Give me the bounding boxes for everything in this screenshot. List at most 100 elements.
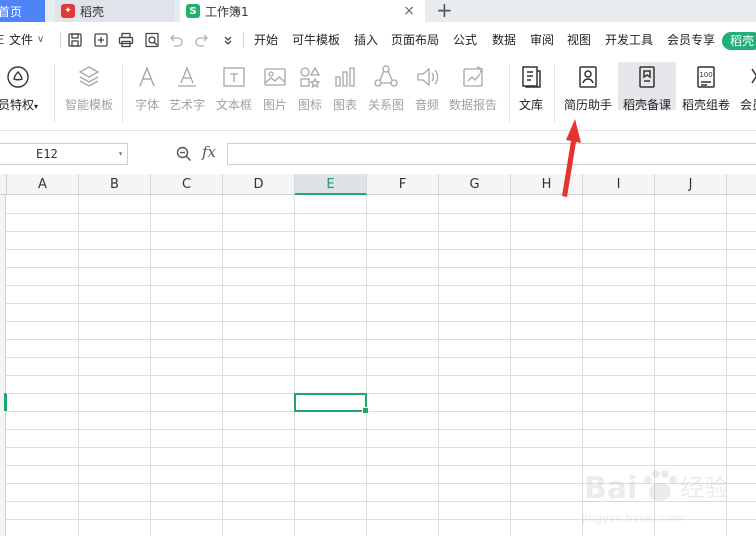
grid-row-line (6, 357, 756, 358)
column-header-a[interactable]: A (7, 174, 79, 195)
library-button[interactable]: 文库 (506, 62, 556, 118)
print-icon[interactable] (117, 31, 135, 49)
menu-divider (243, 32, 244, 48)
member-button[interactable]: 会员 (736, 62, 756, 118)
column-header-g[interactable]: G (439, 174, 511, 195)
menu-view[interactable]: 视图 (567, 22, 591, 58)
menu-data[interactable]: 数据 (492, 22, 516, 58)
menu-insert[interactable]: 插入 (354, 22, 378, 58)
tab-home[interactable]: 首页 (0, 0, 45, 22)
column-header-f[interactable]: F (367, 174, 439, 195)
vip-caret-icon: ▾ (34, 102, 39, 111)
grid-row-line (6, 303, 756, 304)
smart-template-button[interactable]: 智能模板 (64, 62, 114, 118)
member-icon (748, 64, 756, 90)
row-header-strip[interactable] (0, 195, 6, 536)
name-box[interactable]: E12 ▾ (0, 143, 128, 165)
menu-page-layout[interactable]: 页面布局 (391, 22, 439, 58)
add-tab-button[interactable]: + (436, 0, 453, 22)
lesson-icon (634, 64, 660, 90)
watermark-brand: Bai (584, 471, 637, 506)
file-caret-icon[interactable]: ∨ (37, 22, 44, 58)
column-header-h[interactable]: H (511, 174, 583, 195)
grid-row-line (6, 231, 756, 232)
save-icon[interactable] (66, 31, 84, 49)
menu-bar: Ξ 文件 ∨ 开始 可牛模板 插入 页面布局 公式 数据 审阅 视图 开发工具 … (0, 22, 756, 58)
spreadsheet-logo-icon: S (186, 4, 200, 18)
grid-col-line (294, 195, 295, 536)
svg-text:100: 100 (699, 71, 712, 79)
resume-assistant-button[interactable]: 简历助手 (563, 62, 613, 118)
grid-row-line (6, 321, 756, 322)
grid-col-line (438, 195, 439, 536)
formula-bar: E12 ▾ fx (0, 131, 756, 174)
zoom-search-icon[interactable] (175, 145, 193, 163)
font-icon (134, 64, 160, 90)
active-row-marker (4, 393, 7, 411)
column-header-e[interactable]: E (295, 174, 367, 195)
redo-icon[interactable] (193, 31, 211, 49)
column-header-b[interactable]: B (79, 174, 151, 195)
lesson-prep-button-overlay[interactable]: 稻壳备课 (622, 62, 672, 118)
vip-privileges-label: 员特权 (0, 98, 34, 112)
tab-home-label: 首页 (0, 4, 23, 19)
grid-row-line (6, 249, 756, 250)
fill-handle[interactable] (362, 407, 369, 414)
exam-builder-button[interactable]: 100 稻壳组卷 (681, 62, 731, 118)
grid-row-line (6, 429, 756, 430)
insert-function-fx-icon[interactable]: fx (202, 143, 216, 161)
menu-file[interactable]: 文件 (9, 22, 33, 58)
tab-bar: 首页 ✦ 稻壳 S 工作簿1 × + (0, 0, 756, 22)
name-box-value: E12 (36, 147, 58, 161)
grid-row-line (6, 447, 756, 448)
menu-formula[interactable]: 公式 (453, 22, 477, 58)
formula-input[interactable] (227, 143, 756, 165)
vip-privileges-button[interactable]: 员特权▾ (0, 62, 46, 118)
menu-developer[interactable]: 开发工具 (605, 22, 653, 58)
menu-member[interactable]: 会员专享 (667, 22, 715, 58)
print-preview-icon[interactable] (143, 31, 161, 49)
watermark-url: jingyan.baidu.com (582, 512, 684, 525)
name-box-dropdown-icon[interactable]: ▾ (118, 144, 123, 164)
grid-row-line (6, 285, 756, 286)
grid-row-line (6, 411, 756, 412)
data-report-button[interactable]: 数据报告 (448, 62, 498, 118)
column-header-d[interactable]: D (223, 174, 295, 195)
grid-col-line (510, 195, 511, 536)
close-tab-icon[interactable]: × (403, 3, 415, 19)
ribbon-divider (54, 64, 55, 122)
menu-templates[interactable]: 可牛模板 (292, 22, 340, 58)
resume-icon (575, 64, 601, 90)
menu-review[interactable]: 审阅 (530, 22, 554, 58)
selected-cell-e12[interactable] (294, 393, 369, 414)
tab-daoke-label: 稻壳 (80, 4, 105, 19)
report-icon (460, 64, 486, 90)
grid-row-line (6, 267, 756, 268)
grid-col-line (78, 195, 79, 536)
baidu-watermark: Bai 经验 jingyan.baidu.com (581, 452, 756, 536)
export-pdf-icon[interactable] (92, 31, 110, 49)
template-icon (76, 64, 102, 90)
column-header-j[interactable]: J (655, 174, 727, 195)
member-label: 会员 (740, 98, 756, 112)
chart-icon (332, 64, 358, 90)
undo-icon[interactable] (167, 31, 185, 49)
tab-workbook[interactable]: S 工作簿1 × (180, 0, 425, 22)
tab-daoke[interactable]: ✦ 稻壳 (55, 0, 175, 22)
column-header-i[interactable]: I (583, 174, 655, 195)
quick-access-more-icon[interactable] (219, 31, 237, 49)
daoke-green-button[interactable]: 稻壳 (722, 32, 756, 50)
column-header-k-partial[interactable] (727, 174, 756, 195)
vip-crown-icon (5, 64, 31, 90)
grid-row-line (6, 339, 756, 340)
audio-icon (414, 64, 440, 90)
grid-row-line (6, 213, 756, 214)
daoke-logo-icon: ✦ (61, 4, 75, 18)
select-all-corner[interactable] (0, 174, 7, 195)
exam-icon: 100 (693, 64, 719, 90)
ribbon-divider (554, 64, 555, 122)
menu-start[interactable]: 开始 (254, 22, 278, 58)
column-header-c[interactable]: C (151, 174, 223, 195)
menu-hamburger-icon[interactable]: Ξ (0, 22, 5, 58)
grid-row-line (6, 393, 756, 394)
